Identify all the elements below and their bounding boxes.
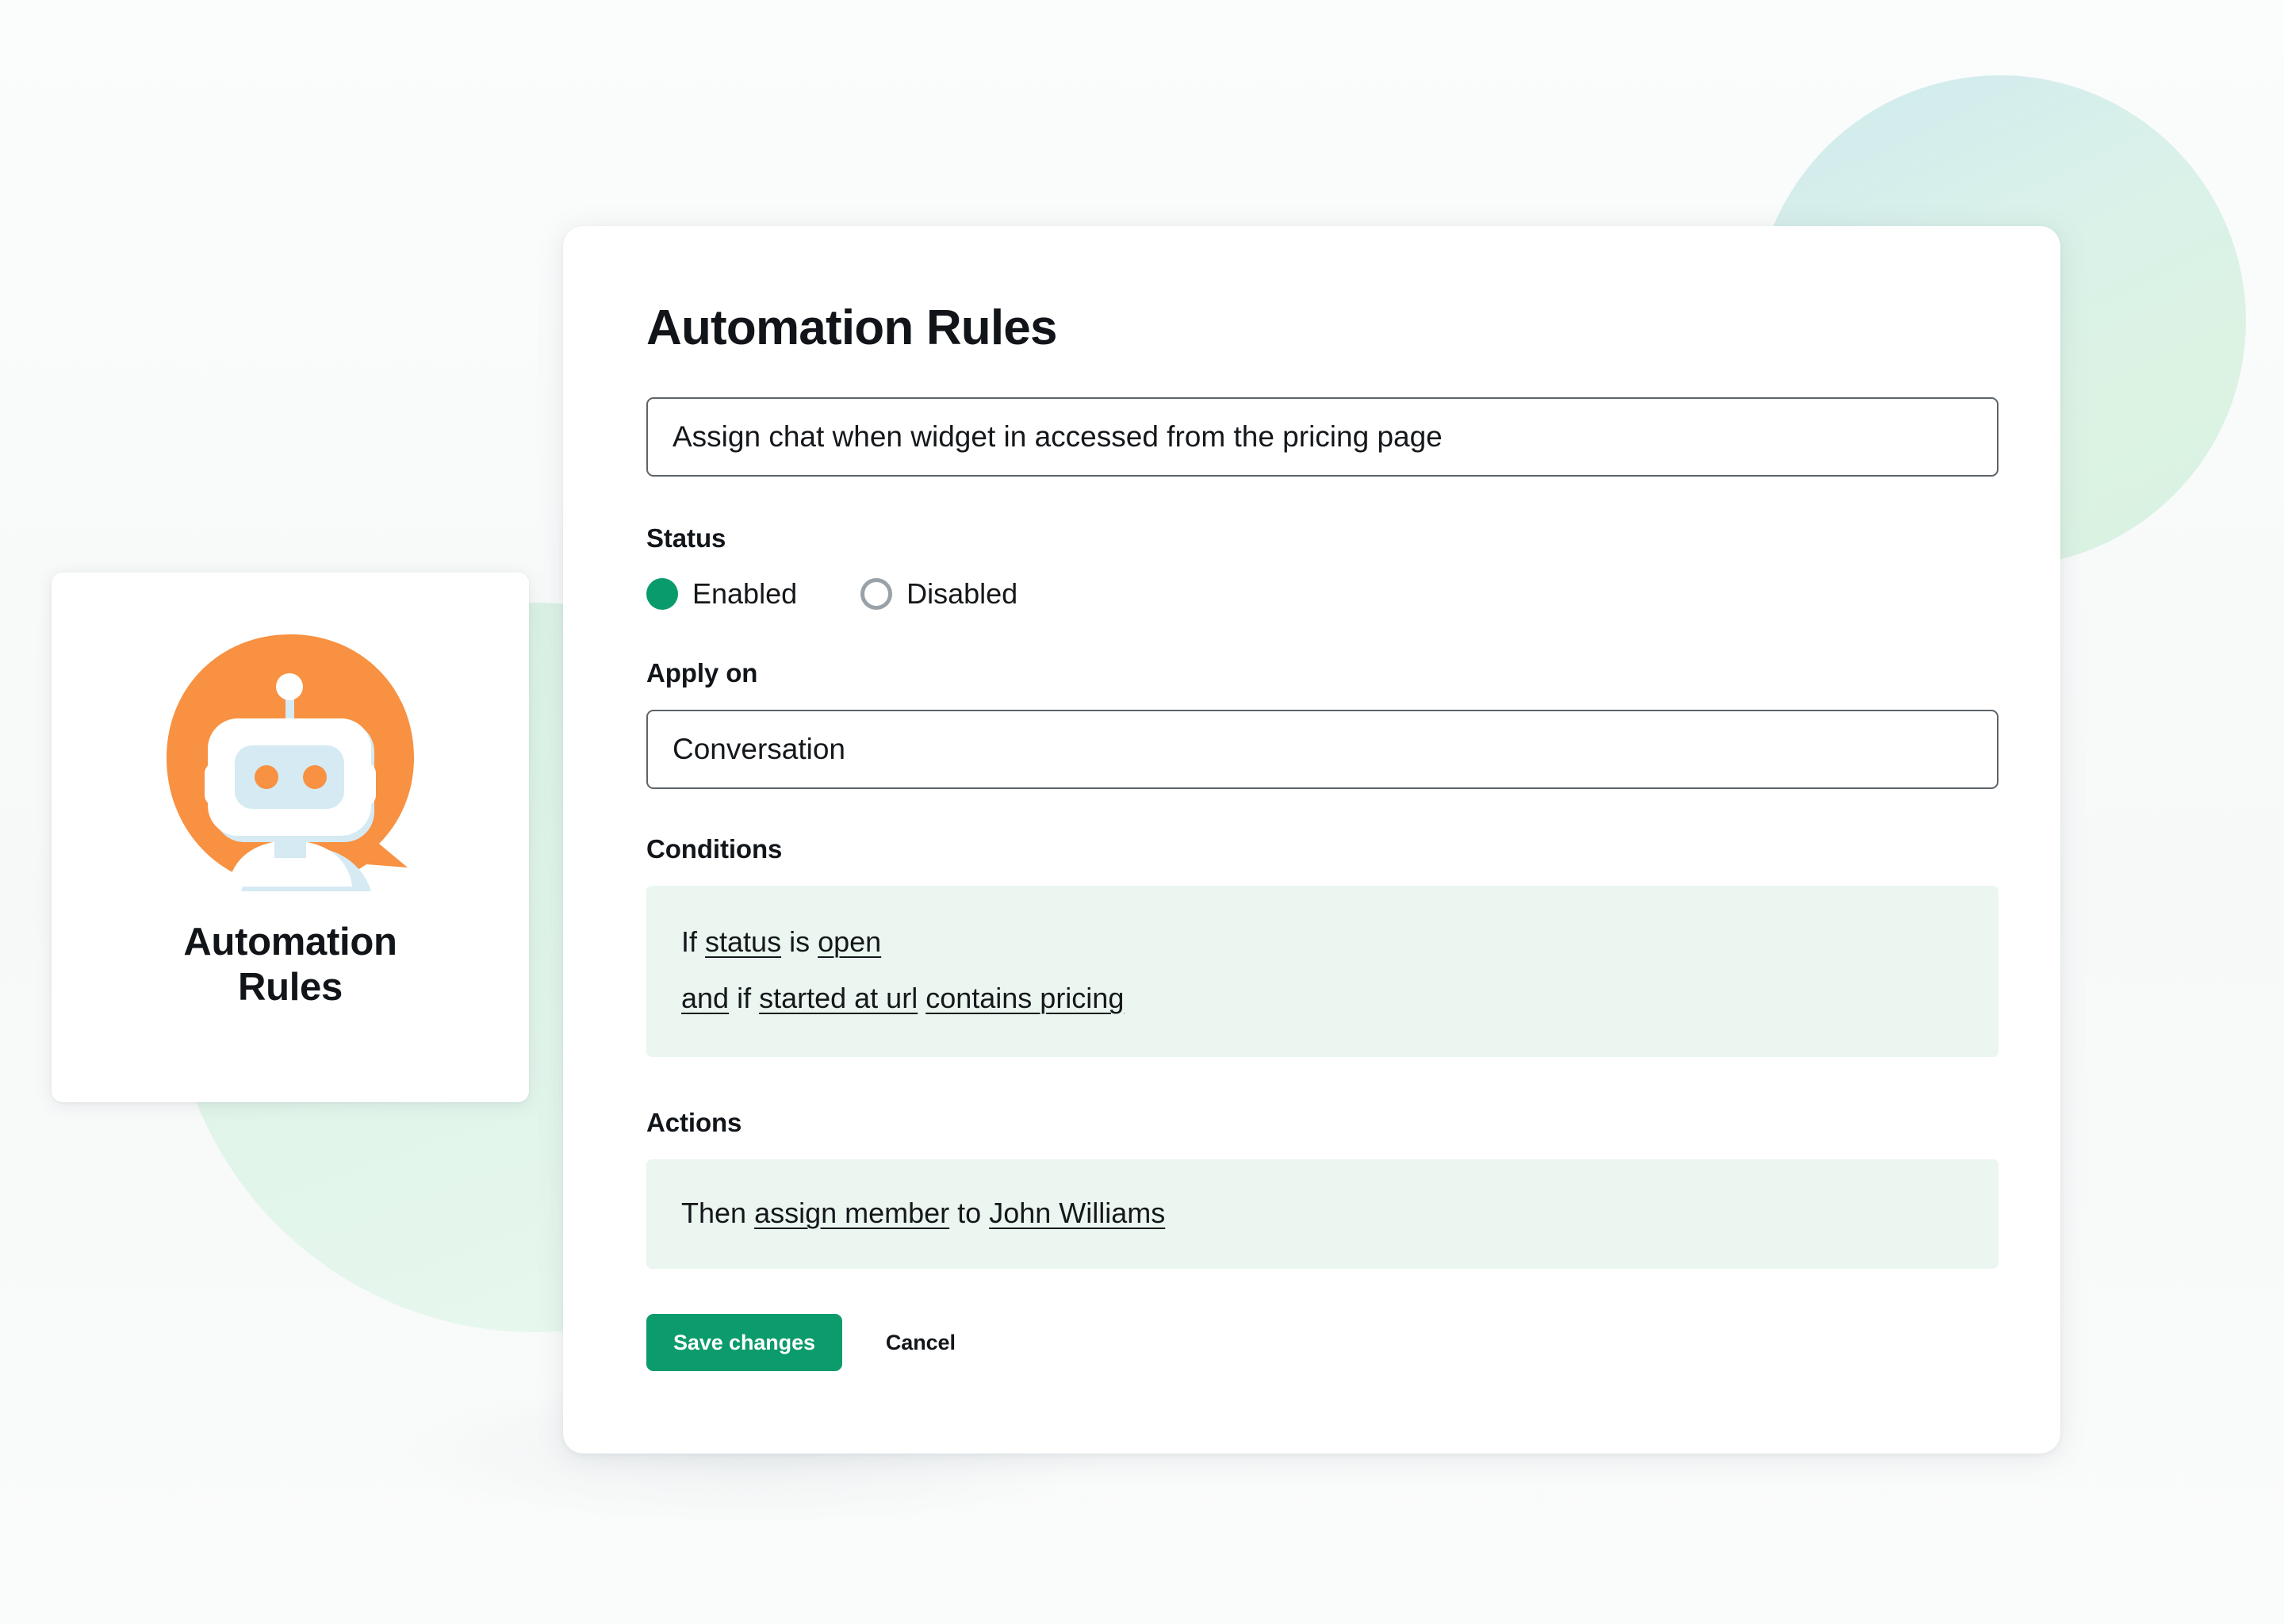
icon-card-title-line1: Automation [183,921,397,963]
cancel-button[interactable]: Cancel [886,1331,956,1355]
condition-2-value[interactable]: contains pricing [925,982,1124,1014]
robot-chat-bubble-icon [155,630,425,891]
condition-1-value[interactable]: open [818,925,881,958]
form-actions: Save changes Cancel [646,1314,1977,1372]
conditions-label: Conditions [646,834,783,864]
condition-2-field[interactable]: started at url [759,982,918,1014]
condition-2-space [918,982,925,1014]
condition-2-conjunction[interactable]: and [681,982,729,1014]
status-radio-group: Enabled Disabled [646,577,1977,611]
actions-box: Then assign member to John Williams [646,1159,1998,1270]
status-option-disabled-label: Disabled [906,577,1018,611]
status-option-enabled[interactable]: Enabled [646,577,797,611]
condition-1-field[interactable]: status [705,925,781,958]
status-label: Status [646,523,726,553]
automation-rules-icon-card[interactable]: Automation Rules [52,573,529,1102]
action-1-field[interactable]: assign member [754,1197,949,1229]
action-1-value[interactable]: John Williams [989,1197,1165,1229]
action-row-1: Then assign member to John Williams [681,1199,1964,1228]
status-option-disabled[interactable]: Disabled [860,577,1017,611]
apply-on-label: Apply on [646,658,758,688]
radio-selected-icon[interactable] [646,578,678,611]
action-1-connector: to [949,1197,990,1230]
action-1-prefix: Then [681,1197,755,1230]
icon-card-title: Automation Rules [183,920,397,1011]
conditions-box: If status is open and if started at url … [646,886,1998,1058]
apply-on-value: Conversation [673,733,846,766]
condition-2-if: if [729,982,760,1015]
page-title: Automation Rules [646,301,1057,355]
save-changes-button[interactable]: Save changes [646,1314,842,1372]
automation-rules-panel: Automation Rules Assign chat when widget… [563,226,2060,1454]
condition-1-operator: is [781,925,818,959]
radio-unselected-icon[interactable] [860,578,893,611]
condition-row-2: and if started at url contains pricing [681,984,1964,1013]
apply-on-select[interactable]: Conversation [646,710,1998,790]
rule-name-value: Assign chat when widget in accessed from… [673,420,1443,454]
rule-name-input[interactable]: Assign chat when widget in accessed from… [646,397,1998,477]
condition-1-prefix: If [681,925,706,959]
status-option-enabled-label: Enabled [692,577,798,611]
condition-row-1: If status is open [681,928,1964,956]
actions-label: Actions [646,1108,742,1138]
icon-card-title-line2: Rules [238,966,343,1009]
